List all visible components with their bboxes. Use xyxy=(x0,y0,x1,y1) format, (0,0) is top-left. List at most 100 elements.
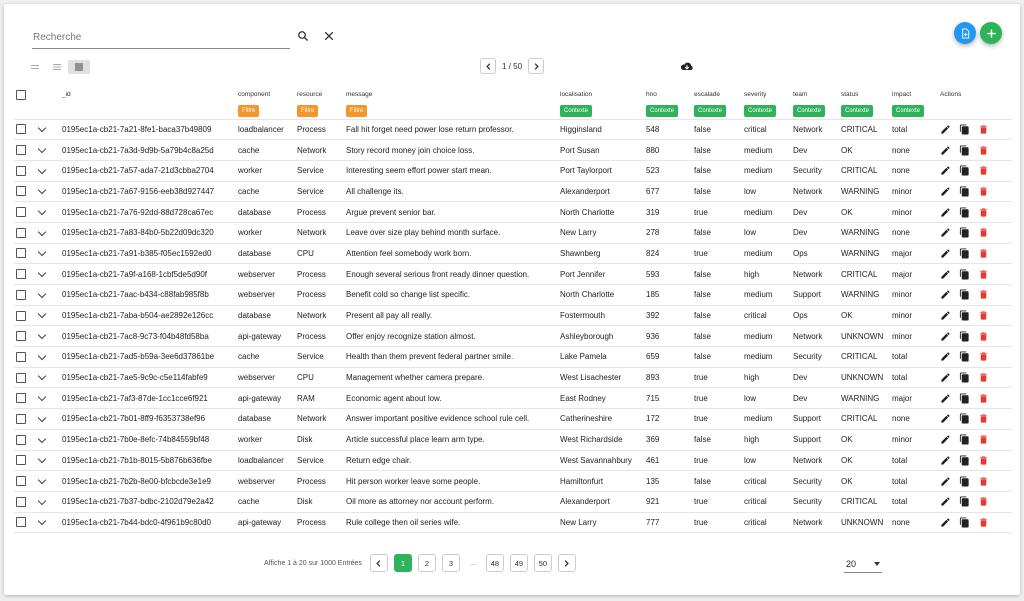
delete-icon[interactable] xyxy=(978,517,989,528)
plus-icon[interactable] xyxy=(980,22,1002,44)
context-button-localisation[interactable]: Contexte xyxy=(560,104,593,117)
row-checkbox[interactable] xyxy=(16,269,26,280)
table-row[interactable]: 0195ec1a-cb21-7a21-8fe1-baca37b49809 load… xyxy=(14,119,1012,141)
col-header-escalade[interactable]: escalade xyxy=(692,86,742,103)
expand-chevron-icon[interactable] xyxy=(37,289,47,298)
delete-icon[interactable] xyxy=(978,124,989,135)
row-checkbox[interactable] xyxy=(16,372,26,383)
filter-button-resource[interactable]: Filtre xyxy=(297,104,319,117)
copy-icon[interactable] xyxy=(959,144,970,156)
density-compact-icon[interactable] xyxy=(24,60,46,74)
table-row[interactable]: 0195ec1a-cb21-7af3-87de-1cc1cce6f921 api-… xyxy=(14,387,1012,410)
table-row[interactable]: 0195ec1a-cb21-7b44-bdc0-4f961b9c80d0 api-… xyxy=(14,512,1012,534)
edit-icon[interactable] xyxy=(940,310,951,321)
row-checkbox[interactable] xyxy=(16,331,26,342)
table-row[interactable]: 0195ec1a-cb21-7a9f-a168-1cbf5de5d90f webs… xyxy=(14,263,1012,285)
table-row[interactable]: 0195ec1a-cb21-7b0e-8efc-74b84559bf48 work… xyxy=(14,429,1012,451)
edit-icon[interactable] xyxy=(940,289,951,300)
col-header-message[interactable]: message xyxy=(344,86,558,103)
expand-chevron-icon[interactable] xyxy=(37,351,47,361)
copy-icon[interactable] xyxy=(959,496,970,507)
delete-icon[interactable] xyxy=(978,413,989,424)
table-row[interactable]: 0195ec1a-cb21-7aba-b504-ae2892e126cc data… xyxy=(14,305,1012,327)
edit-icon[interactable] xyxy=(940,476,951,487)
edit-icon[interactable] xyxy=(940,351,951,362)
copy-icon[interactable] xyxy=(959,310,970,321)
select-all-checkbox[interactable] xyxy=(16,89,26,100)
row-checkbox[interactable] xyxy=(16,207,26,218)
table-row[interactable]: 0195ec1a-cb21-7b2b-8e00-bfcbcde3e1e9 webs… xyxy=(14,470,1012,492)
expand-chevron-icon[interactable] xyxy=(37,206,47,216)
row-checkbox[interactable] xyxy=(16,124,26,135)
copy-icon[interactable] xyxy=(959,475,970,487)
expand-chevron-icon[interactable] xyxy=(37,268,47,278)
context-button-hno[interactable]: Contexte xyxy=(646,104,679,117)
row-checkbox[interactable] xyxy=(16,393,26,404)
table-row[interactable]: 0195ec1a-cb21-7a76-92dd-88d728ca67ec data… xyxy=(14,201,1012,223)
filter-button-component[interactable]: Filtre xyxy=(238,104,260,117)
expand-chevron-icon[interactable] xyxy=(37,517,47,526)
search-field[interactable] xyxy=(32,26,290,49)
density-comfortable-icon[interactable] xyxy=(68,60,90,74)
table-row[interactable]: 0195ec1a-cb21-7b1b-8015-5b876b636fbe load… xyxy=(14,450,1012,472)
page-button-48[interactable]: 48 xyxy=(485,554,504,572)
copy-icon[interactable] xyxy=(959,165,970,176)
row-checkbox[interactable] xyxy=(16,310,26,321)
delete-icon[interactable] xyxy=(978,476,989,487)
row-checkbox[interactable] xyxy=(16,248,26,259)
context-button-status[interactable]: Contexte xyxy=(841,104,874,117)
row-checkbox[interactable] xyxy=(16,455,26,466)
expand-chevron-icon[interactable] xyxy=(37,123,47,133)
delete-icon[interactable] xyxy=(978,269,989,280)
copy-icon[interactable] xyxy=(959,248,970,259)
edit-icon[interactable] xyxy=(940,186,951,197)
col-header-localisation[interactable]: localisation xyxy=(558,86,644,103)
row-checkbox[interactable] xyxy=(16,434,26,445)
expand-chevron-icon[interactable] xyxy=(37,496,47,505)
page-button-2[interactable]: 2 xyxy=(417,554,436,572)
delete-icon[interactable] xyxy=(978,496,989,507)
delete-icon[interactable] xyxy=(978,248,989,259)
delete-icon[interactable] xyxy=(978,310,989,321)
page-button-3[interactable]: 3 xyxy=(441,554,460,572)
delete-icon[interactable] xyxy=(978,145,989,156)
table-row[interactable]: 0195ec1a-cb21-7a83-84b0-5b22d09dc320 work… xyxy=(14,222,1012,244)
page-button-49[interactable]: 49 xyxy=(509,554,528,572)
edit-icon[interactable] xyxy=(940,496,951,507)
edit-icon[interactable] xyxy=(940,372,951,383)
next-page-button-bottom[interactable] xyxy=(557,554,576,572)
table-row[interactable]: 0195ec1a-cb21-7ae5-9c9c-c5e114fabfe9 webs… xyxy=(14,367,1012,389)
row-checkbox[interactable] xyxy=(16,186,26,197)
page-button-1[interactable]: 1 xyxy=(393,554,412,572)
edit-icon[interactable] xyxy=(940,455,951,466)
copy-icon[interactable] xyxy=(959,351,970,362)
copy-icon[interactable] xyxy=(959,372,970,383)
delete-icon[interactable] xyxy=(978,434,989,445)
row-checkbox[interactable] xyxy=(16,351,26,362)
edit-icon[interactable] xyxy=(940,207,951,218)
filter-button-message[interactable]: Filtre xyxy=(346,104,368,117)
delete-icon[interactable] xyxy=(978,372,989,383)
expand-chevron-icon[interactable] xyxy=(37,475,47,485)
page-button-50[interactable]: 50 xyxy=(533,554,552,572)
expand-chevron-icon[interactable] xyxy=(37,310,47,319)
close-icon[interactable] xyxy=(320,27,338,45)
row-checkbox[interactable] xyxy=(16,413,26,424)
expand-chevron-icon[interactable] xyxy=(37,434,47,443)
expand-chevron-icon[interactable] xyxy=(37,144,47,154)
cloud-download-icon[interactable] xyxy=(680,59,694,77)
delete-icon[interactable] xyxy=(978,165,989,176)
context-button-severity[interactable]: Contexte xyxy=(744,104,777,117)
delete-icon[interactable] xyxy=(978,186,989,197)
context-button-team[interactable]: Contexte xyxy=(793,104,826,117)
delete-icon[interactable] xyxy=(978,455,989,466)
table-row[interactable]: 0195ec1a-cb21-7b37-bdbc-2102d79e2a42 cach… xyxy=(14,491,1012,513)
col-header-component[interactable]: component xyxy=(236,86,295,103)
copy-icon[interactable] xyxy=(959,124,970,135)
delete-icon[interactable] xyxy=(978,289,989,300)
col-header-impact[interactable]: impact xyxy=(890,86,938,103)
copy-icon[interactable] xyxy=(959,331,970,342)
edit-icon[interactable] xyxy=(940,393,951,404)
col-header-hno[interactable]: hno xyxy=(644,86,692,103)
expand-chevron-icon[interactable] xyxy=(37,454,47,464)
